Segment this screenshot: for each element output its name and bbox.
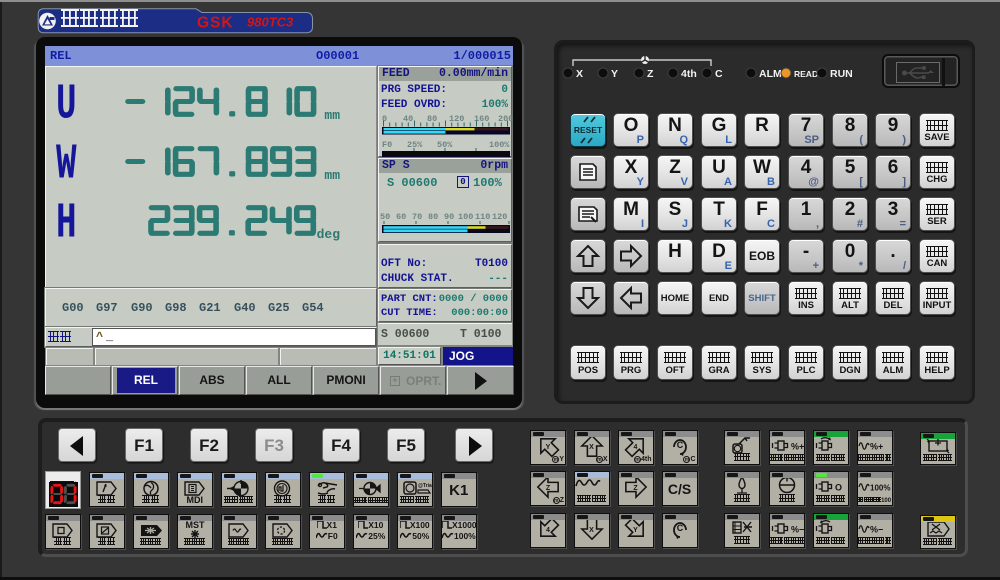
svg-text:80: 80 (427, 114, 437, 124)
svg-text:50: 50 (380, 212, 390, 222)
svg-text:100%: 100% (489, 140, 510, 150)
svg-text:60: 60 (396, 212, 406, 222)
svg-text:MST: MST (185, 520, 205, 530)
svg-text:%−: %− (791, 524, 804, 534)
svg-text:%+: %+ (870, 441, 883, 451)
svg-text:ALM: ALM (759, 68, 782, 80)
svg-text:RESET: RESET (574, 125, 603, 135)
svg-text:Z: Z (647, 68, 654, 80)
svg-text:RUN: RUN (830, 68, 853, 80)
svg-text:25%: 25% (407, 140, 423, 150)
svg-text:980TC3: 980TC3 (247, 15, 294, 30)
svg-text:C: C (676, 523, 683, 533)
svg-text:Y: Y (611, 68, 618, 80)
svg-text:120: 120 (492, 212, 507, 222)
svg-text:O: O (835, 483, 842, 493)
svg-text:70: 70 (412, 212, 422, 222)
svg-text:C: C (676, 440, 683, 450)
svg-text:0: 0 (382, 114, 387, 124)
svg-text:@Trial: @Trial (418, 483, 433, 489)
svg-text:%+: %+ (791, 441, 804, 451)
svg-text:200: 200 (498, 114, 513, 124)
svg-text:80: 80 (428, 212, 438, 222)
svg-text:GSK: GSK (197, 15, 234, 32)
svg-text:C: C (715, 68, 723, 80)
svg-text:F0: F0 (382, 140, 392, 150)
svg-text:%−: %− (870, 524, 883, 534)
svg-text:X: X (576, 68, 583, 80)
svg-text:100%: 100% (870, 484, 890, 493)
svg-text:110: 110 (475, 212, 490, 222)
svg-text:100: 100 (458, 212, 473, 222)
svg-text:4th: 4th (681, 68, 697, 80)
svg-text:90: 90 (444, 212, 454, 222)
